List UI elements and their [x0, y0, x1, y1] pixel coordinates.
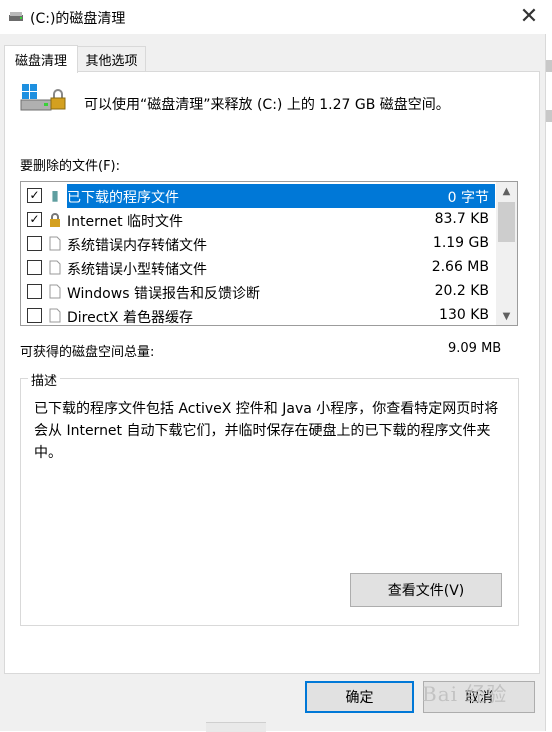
- tab-disk-cleanup[interactable]: 磁盘清理: [4, 45, 78, 73]
- list-item[interactable]: ✓ ▮ 已下载的程序文件 0 字节: [21, 184, 495, 208]
- scrollbar-thumb[interactable]: [498, 202, 515, 242]
- list-item[interactable]: 系统错误小型转储文件 2.66 MB: [21, 256, 495, 280]
- total-space-label: 可获得的磁盘空间总量:: [20, 345, 155, 360]
- file-size: 1.19 GB: [432, 235, 489, 251]
- file-name: 系统错误内存转储文件: [67, 238, 207, 254]
- list-item[interactable]: DirectX 着色器缓存 130 KB: [21, 304, 495, 326]
- file-icon: [48, 236, 62, 252]
- list-item[interactable]: Windows 错误报告和反馈诊断 20.2 KB: [21, 280, 495, 304]
- file-name: Windows 错误报告和反馈诊断: [67, 286, 260, 302]
- background-window-edge: [545, 34, 552, 731]
- ok-button[interactable]: 确定: [305, 681, 414, 713]
- file-size: 130 KB: [439, 307, 489, 323]
- window-title: (C:)的磁盘清理: [30, 11, 126, 27]
- description-legend: 描述: [28, 370, 61, 389]
- file-icon: [48, 260, 62, 276]
- file-size: 20.2 KB: [434, 283, 489, 299]
- file-name: Internet 临时文件: [67, 214, 184, 230]
- checkbox-checked[interactable]: ✓: [27, 188, 42, 203]
- view-files-button[interactable]: 查看文件(V): [350, 573, 502, 607]
- description-text: 已下载的程序文件包括 ActiveX 控件和 Java 小程序，你查看特定网页时…: [34, 401, 499, 461]
- files-list-label: 要删除的文件(F):: [20, 159, 121, 174]
- file-name: 已下载的程序文件: [67, 190, 179, 206]
- disk-cleanup-icon: [8, 9, 24, 23]
- checkbox-unchecked[interactable]: [27, 308, 42, 323]
- vertical-scrollbar[interactable]: ▲ ▼: [496, 182, 517, 325]
- scroll-down-icon[interactable]: ▼: [496, 307, 517, 325]
- close-button[interactable]: ✕: [506, 0, 552, 32]
- checkbox-unchecked[interactable]: [27, 284, 42, 299]
- total-space-value: 9.09 MB: [448, 341, 502, 356]
- drive-icon: [20, 80, 68, 116]
- scroll-up-icon[interactable]: ▲: [496, 182, 517, 200]
- files-list[interactable]: ✓ ▮ 已下载的程序文件 0 字节 ✓ Internet 临时文件 83.7 K…: [20, 181, 518, 326]
- list-item[interactable]: 系统错误内存转储文件 1.19 GB: [21, 232, 495, 256]
- tab-more-options[interactable]: 其他选项: [77, 46, 146, 72]
- lock-icon: [48, 212, 62, 228]
- file-icon: [48, 308, 62, 324]
- file-size: 83.7 KB: [434, 211, 489, 227]
- file-size: 2.66 MB: [431, 259, 489, 275]
- checkbox-checked[interactable]: ✓: [27, 212, 42, 227]
- file-name: 系统错误小型转储文件: [67, 262, 207, 278]
- background-fragment: [546, 110, 552, 122]
- file-name: DirectX 着色器缓存: [67, 310, 193, 326]
- file-icon: [48, 284, 62, 300]
- list-item[interactable]: ✓ Internet 临时文件 83.7 KB: [21, 208, 495, 232]
- checkbox-unchecked[interactable]: [27, 236, 42, 251]
- watermark: Bai 经验: [422, 682, 508, 706]
- file-size: 0 字节: [447, 190, 489, 206]
- info-text: 可以使用“磁盘清理”来释放 (C:) 上的 1.27 GB 磁盘空间。: [84, 97, 450, 113]
- folder-icon: ▮: [51, 188, 59, 204]
- background-fragment: [546, 60, 552, 72]
- checkbox-unchecked[interactable]: [27, 260, 42, 275]
